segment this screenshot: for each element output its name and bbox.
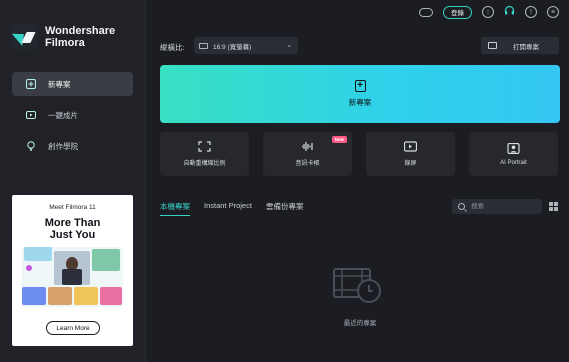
chevron-down-icon: ⌄: [286, 42, 292, 49]
tool-screen-recorder[interactable]: 錄屏: [366, 132, 455, 176]
promo-subtitle: Meet Filmora 11: [49, 204, 96, 211]
tool-auto-reframe[interactable]: 自動重構縮比例: [160, 132, 249, 176]
promo-card[interactable]: Meet Filmora 11 More Than Just You Learn…: [12, 195, 133, 346]
headset-icon[interactable]: [504, 5, 515, 19]
promo-title-line2: Just You: [49, 229, 96, 241]
lightbulb-icon: [26, 141, 36, 151]
brand-name: Wondershare Filmora: [45, 25, 115, 49]
aspect-ratio-select[interactable]: 16:9 (寬螢幕) ⌄: [194, 37, 298, 54]
new-project-button[interactable]: + 新專案: [160, 65, 560, 123]
auto-reframe-icon: [198, 141, 211, 152]
tool-audio-visualizer[interactable]: New 音訊卡帳: [263, 132, 352, 176]
title-bar-actions: 登錄 ↑ ! ≡: [419, 5, 559, 19]
open-project-label: 打開專案: [513, 43, 539, 51]
brand-line2: Filmora: [45, 37, 85, 49]
sidebar-item-label: 一鍵成片: [48, 110, 78, 120]
sidebar-nav: 新專案 一鍵成片 創作學院: [12, 72, 133, 165]
recent-projects-label: 最近的專案: [343, 320, 377, 327]
sidebar-item-academy[interactable]: 創作學院: [12, 134, 133, 158]
plus-square-icon: [26, 79, 36, 89]
promo-title-line1: More Than: [44, 217, 101, 229]
new-project-label: 新專案: [348, 98, 372, 107]
project-tabs: 本機專案 Instant Project 雲備份專案: [160, 201, 303, 216]
aspect-ratio-value: 16:9 (寬螢幕): [213, 43, 252, 51]
folder-icon: [488, 42, 497, 49]
sidebar-item-label: 創作學院: [48, 141, 78, 151]
tool-label: 自動重構縮比例: [183, 161, 226, 167]
sidebar-item-new-project[interactable]: 新專案: [12, 72, 133, 96]
menu-icon[interactable]: ≡: [547, 6, 559, 18]
sidebar: Wondershare Filmora 新專案 一鍵成片 創作學院 Meet F…: [0, 0, 146, 362]
info-icon[interactable]: !: [525, 6, 537, 18]
promo-title: More Than Just You: [12, 217, 133, 241]
upload-icon[interactable]: ↑: [482, 6, 494, 18]
screen-record-icon: [404, 141, 417, 152]
promo-image: [22, 247, 123, 307]
sidebar-item-label: 新專案: [48, 79, 71, 89]
sidebar-item-instant-cutter[interactable]: 一鍵成片: [12, 103, 133, 127]
aspect-ratio-label: 縱橫比:: [160, 43, 185, 52]
recent-projects-empty-icon: [333, 266, 383, 304]
filmora-logo-icon: [12, 24, 38, 50]
search-input[interactable]: [471, 203, 536, 210]
auto-video-icon: [26, 110, 36, 120]
tab-instant-project[interactable]: Instant Project: [204, 201, 252, 216]
open-project-button[interactable]: 打開專案: [481, 37, 559, 54]
tab-cloud-projects[interactable]: 雲備份專案: [266, 201, 304, 216]
search-icon: [458, 203, 465, 210]
tool-ai-portrait[interactable]: AI Portrait: [469, 132, 558, 176]
learn-more-button[interactable]: Learn More: [46, 321, 100, 335]
tool-label: 錄屏: [404, 161, 417, 167]
project-search: [452, 199, 542, 214]
monitor-icon: [199, 42, 208, 49]
audio-wave-icon: [301, 141, 314, 152]
ai-portrait-icon: [507, 142, 520, 154]
tool-label: AI Portrait: [500, 159, 527, 166]
plus-file-icon: +: [354, 80, 366, 92]
tab-local-projects[interactable]: 本機專案: [160, 201, 190, 216]
grid-view-icon[interactable]: [549, 202, 558, 211]
brand-line1: Wondershare: [45, 25, 116, 37]
tool-label: 音訊卡帳: [295, 161, 320, 167]
cloud-icon[interactable]: [419, 7, 433, 17]
login-button[interactable]: 登錄: [443, 5, 472, 19]
new-badge: New: [331, 136, 347, 143]
brand: Wondershare Filmora: [12, 24, 115, 50]
